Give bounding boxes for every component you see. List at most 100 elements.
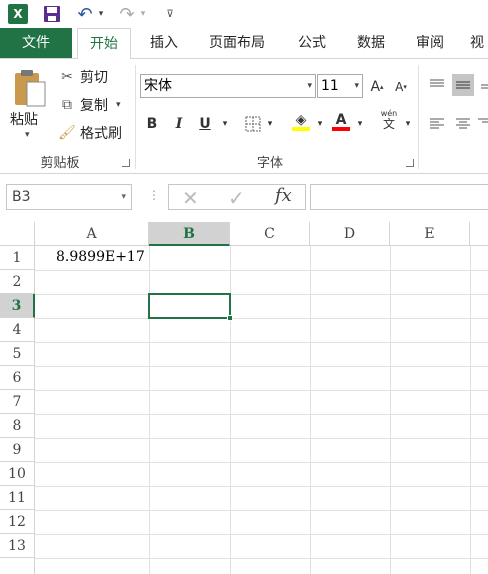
align-right-icon[interactable] xyxy=(478,113,488,135)
customize-qat-icon[interactable]: ⊽ xyxy=(164,3,176,25)
grid-line xyxy=(35,534,488,535)
row-header[interactable]: 10 xyxy=(0,462,35,486)
grow-font-button[interactable]: A ▴ xyxy=(368,76,386,98)
paste-icon[interactable] xyxy=(13,68,47,108)
fill-handle[interactable] xyxy=(227,315,233,321)
copy-dropdown-icon[interactable]: ▾ xyxy=(116,100,121,110)
font-launcher-icon[interactable] xyxy=(406,159,414,167)
spreadsheet-grid[interactable]: A B C D E 1 2 3 4 5 6 7 8 9 10 11 12 13 … xyxy=(0,222,488,574)
font-name-value: 宋体 xyxy=(144,78,172,94)
grid-line xyxy=(35,510,488,511)
row-header[interactable]: 4 xyxy=(0,318,35,342)
grid-line xyxy=(35,342,488,343)
formula-bar: B3 ▾ ⋮ ✕ ✓ fx xyxy=(0,174,488,222)
chevron-down-icon: ▾ xyxy=(121,192,126,202)
font-color-icon: A xyxy=(335,112,347,128)
row-header[interactable]: 9 xyxy=(0,438,35,462)
bold-button[interactable]: B xyxy=(143,113,161,135)
formula-input[interactable] xyxy=(310,184,488,210)
name-box-value: B3 xyxy=(12,189,31,205)
scissors-icon: ✂ xyxy=(61,69,73,85)
active-cell-b3[interactable] xyxy=(148,293,231,319)
tab-page-layout[interactable]: 页面布局 xyxy=(197,28,277,58)
underline-button[interactable]: U xyxy=(196,113,214,135)
row-header[interactable]: 11 xyxy=(0,486,35,510)
font-name-select[interactable]: 宋体 ▾ xyxy=(140,74,316,98)
shrink-font-button[interactable]: A ▾ xyxy=(392,76,410,98)
tab-review[interactable]: 审阅 xyxy=(403,28,457,58)
column-header-d[interactable]: D xyxy=(310,222,390,246)
chevron-down-icon: ▾ xyxy=(354,81,359,91)
undo-dropdown-icon[interactable]: ▾ xyxy=(96,3,106,25)
select-all-corner[interactable] xyxy=(0,222,35,246)
borders-button[interactable] xyxy=(243,113,263,135)
grid-line xyxy=(35,294,488,295)
shrink-font-icon: A xyxy=(395,80,404,94)
italic-button[interactable]: I xyxy=(170,113,188,135)
font-size-select[interactable]: 11 ▾ xyxy=(317,74,363,98)
clipboard-launcher-icon[interactable] xyxy=(122,159,130,167)
ribbon-tabs: 文件 开始 插入 页面布局 公式 数据 审阅 视 xyxy=(0,28,488,59)
copy-button[interactable]: ⧉ 复制 ▾ xyxy=(58,94,121,116)
align-bottom-icon[interactable] xyxy=(480,74,488,96)
row-header[interactable]: 5 xyxy=(0,342,35,366)
grid-line xyxy=(35,462,488,463)
borders-dropdown-icon[interactable]: ▾ xyxy=(265,113,275,135)
column-header-a[interactable]: A xyxy=(35,222,149,246)
redo-icon[interactable]: ↷ xyxy=(118,3,136,25)
save-icon[interactable] xyxy=(42,3,62,25)
underline-dropdown-icon[interactable]: ▾ xyxy=(220,113,230,135)
phonetic-button[interactable]: wén 文 xyxy=(378,109,400,131)
borders-icon xyxy=(245,116,261,132)
grid-line xyxy=(35,486,488,487)
format-painter-label: 格式刷 xyxy=(80,126,122,142)
grid-line xyxy=(310,246,311,574)
cell-a1[interactable]: 8.9899E+17 xyxy=(56,249,145,265)
tab-data[interactable]: 数据 xyxy=(344,28,398,58)
row-header[interactable]: 3 xyxy=(0,294,35,318)
paste-button[interactable]: 粘贴 xyxy=(10,109,38,129)
undo-icon[interactable]: ↶ xyxy=(76,3,94,25)
row-header[interactable]: 6 xyxy=(0,366,35,390)
row-header[interactable]: 7 xyxy=(0,390,35,414)
name-box[interactable]: B3 ▾ xyxy=(6,184,132,210)
grid-line xyxy=(35,270,488,271)
row-header[interactable]: 13 xyxy=(0,534,35,558)
ribbon: 粘贴 ▾ ✂ 剪切 ⧉ 复制 ▾ 🖌 格式刷 剪贴板 宋体 ▾ 11 ▾ A ▴ … xyxy=(0,58,488,174)
row-header[interactable]: 8 xyxy=(0,414,35,438)
row-header[interactable]: 1 xyxy=(0,246,35,270)
enter-icon[interactable]: ✓ xyxy=(228,186,245,210)
column-header-e[interactable]: E xyxy=(390,222,470,246)
resize-handle-icon[interactable]: ⋮ xyxy=(148,188,160,202)
cancel-icon[interactable]: ✕ xyxy=(182,186,199,210)
align-center-icon[interactable] xyxy=(454,113,472,135)
copy-icon: ⧉ xyxy=(62,97,72,113)
align-middle-icon[interactable] xyxy=(452,74,474,96)
fill-color-dropdown-icon[interactable]: ▾ xyxy=(315,113,325,135)
format-painter-button[interactable]: 🖌 格式刷 xyxy=(58,122,122,144)
tab-view[interactable]: 视 xyxy=(462,28,488,58)
tab-formulas[interactable]: 公式 xyxy=(285,28,339,58)
fill-color-button[interactable]: ◈ xyxy=(290,111,312,133)
cut-button[interactable]: ✂ 剪切 xyxy=(58,66,108,88)
column-header-f[interactable] xyxy=(470,222,488,246)
paste-dropdown-icon[interactable]: ▾ xyxy=(25,130,30,140)
tab-file[interactable]: 文件 xyxy=(0,28,72,58)
phonetic-dropdown-icon[interactable]: ▾ xyxy=(403,113,413,135)
copy-label: 复制 xyxy=(80,98,108,114)
row-header[interactable]: 2 xyxy=(0,270,35,294)
column-header-b[interactable]: B xyxy=(149,222,230,246)
align-left-icon[interactable] xyxy=(428,113,446,135)
tab-home[interactable]: 开始 xyxy=(77,28,131,59)
phonetic-char: 文 xyxy=(382,117,395,131)
font-color-dropdown-icon[interactable]: ▾ xyxy=(355,113,365,135)
font-color-button[interactable]: A xyxy=(330,111,352,133)
column-header-c[interactable]: C xyxy=(230,222,310,246)
row-header[interactable] xyxy=(0,558,35,574)
redo-dropdown-icon[interactable]: ▾ xyxy=(138,3,148,25)
row-header[interactable]: 12 xyxy=(0,510,35,534)
grid-line xyxy=(35,414,488,415)
insert-function-icon[interactable]: fx xyxy=(275,185,292,206)
align-top-icon[interactable] xyxy=(428,74,446,96)
tab-insert[interactable]: 插入 xyxy=(137,28,191,58)
